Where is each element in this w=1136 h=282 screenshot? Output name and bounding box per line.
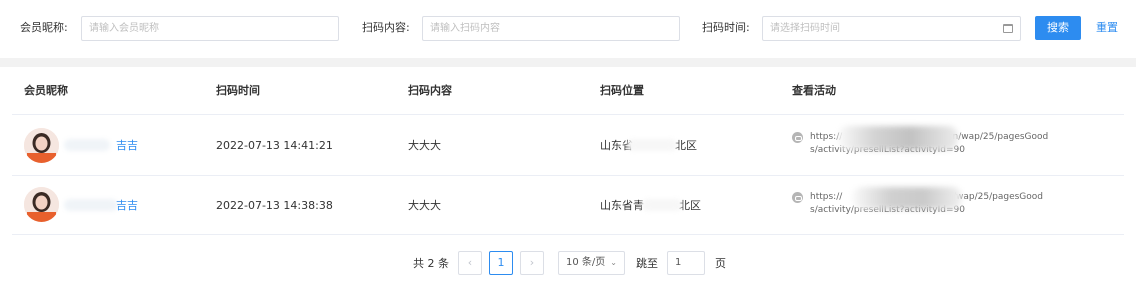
search-button[interactable]: 搜索 xyxy=(1035,16,1081,40)
next-page-button[interactable]: › xyxy=(520,251,544,275)
content-placeholder: 请输入扫码内容 xyxy=(430,23,500,34)
link-icon xyxy=(792,132,803,143)
jump-label: 跳至 xyxy=(636,257,658,270)
page-unit-label: 页 xyxy=(715,257,726,270)
header-nickname: 会员昵称 xyxy=(24,84,68,97)
member-nickname-link[interactable]: 吉吉 xyxy=(116,139,138,153)
header-activity: 查看活动 xyxy=(792,84,836,97)
row-divider xyxy=(12,234,1124,235)
jump-page-value: 1 xyxy=(675,257,682,268)
time-placeholder: 请选择扫码时间 xyxy=(770,23,840,34)
nickname-label: 会员昵称: xyxy=(20,21,68,34)
redaction-blur xyxy=(64,139,110,151)
redaction-blur xyxy=(64,199,118,211)
page-1-button[interactable]: 1 xyxy=(489,251,513,275)
row-divider xyxy=(12,175,1124,176)
redaction-blur xyxy=(642,199,682,211)
header-content: 扫码内容 xyxy=(408,84,452,97)
header-time: 扫码时间 xyxy=(216,84,260,97)
redaction-smudge xyxy=(852,187,962,209)
scan-time: 2022-07-13 14:41:21 xyxy=(216,139,333,152)
header-divider xyxy=(12,114,1124,115)
chevron-down-icon: ⌄ xyxy=(610,258,617,267)
scan-content: 大大大 xyxy=(408,199,441,212)
content-label: 扫码内容: xyxy=(362,21,410,34)
reset-button[interactable]: 重置 xyxy=(1096,21,1118,35)
nickname-input[interactable]: 请输入会员昵称 xyxy=(81,16,339,41)
redaction-smudge xyxy=(838,126,958,150)
avatar xyxy=(24,128,59,163)
nickname-placeholder: 请输入会员昵称 xyxy=(89,23,159,34)
calendar-icon[interactable] xyxy=(1003,24,1013,33)
page-size-select[interactable]: 10 条/页 ⌄ xyxy=(558,251,625,275)
page-size-value: 10 条/页 xyxy=(566,257,606,268)
filter-bar: 会员昵称: 请输入会员昵称 扫码内容: 请输入扫码内容 扫码时间: 请选择扫码时… xyxy=(0,0,1136,58)
scan-content: 大大大 xyxy=(408,139,441,152)
redaction-blur xyxy=(627,139,677,151)
scan-time: 2022-07-13 14:38:38 xyxy=(216,199,333,212)
jump-page-input[interactable]: 1 xyxy=(667,251,705,275)
avatar xyxy=(24,187,59,222)
time-picker[interactable]: 请选择扫码时间 xyxy=(762,16,1021,41)
link-icon xyxy=(792,192,803,203)
header-location: 扫码位置 xyxy=(600,84,644,97)
content-input[interactable]: 请输入扫码内容 xyxy=(422,16,680,41)
pagination-total: 共 2 条 xyxy=(413,257,449,270)
time-label: 扫码时间: xyxy=(702,21,750,34)
section-divider xyxy=(0,58,1136,67)
member-nickname-link[interactable]: 吉吉 xyxy=(116,199,138,213)
prev-page-button[interactable]: ‹ xyxy=(458,251,482,275)
